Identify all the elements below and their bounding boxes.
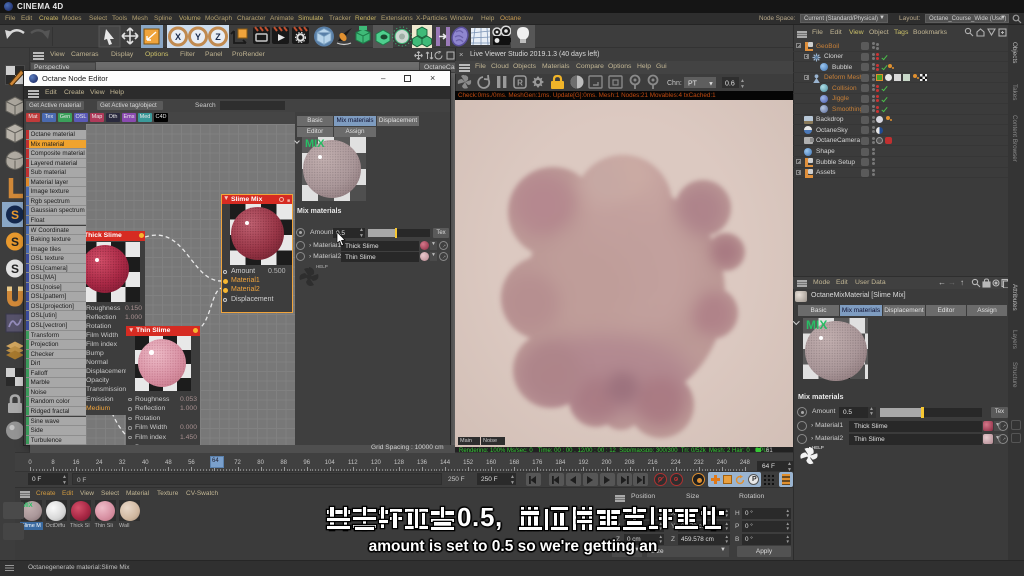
svg-text:S: S xyxy=(11,262,19,276)
svg-text:0.6: 0.6 xyxy=(725,81,735,88)
svg-text:X: X xyxy=(175,32,181,42)
svg-text:R: R xyxy=(517,79,523,88)
svg-text:Chn:: Chn: xyxy=(667,80,682,87)
svg-text:Z: Z xyxy=(215,32,221,42)
svg-text:▼: ▼ xyxy=(740,84,745,90)
svg-text:PT: PT xyxy=(688,81,698,88)
svg-text:S: S xyxy=(11,208,19,222)
svg-text:S: S xyxy=(11,235,19,249)
svg-text:▼: ▼ xyxy=(708,82,714,88)
svg-text:Y: Y xyxy=(195,32,201,42)
